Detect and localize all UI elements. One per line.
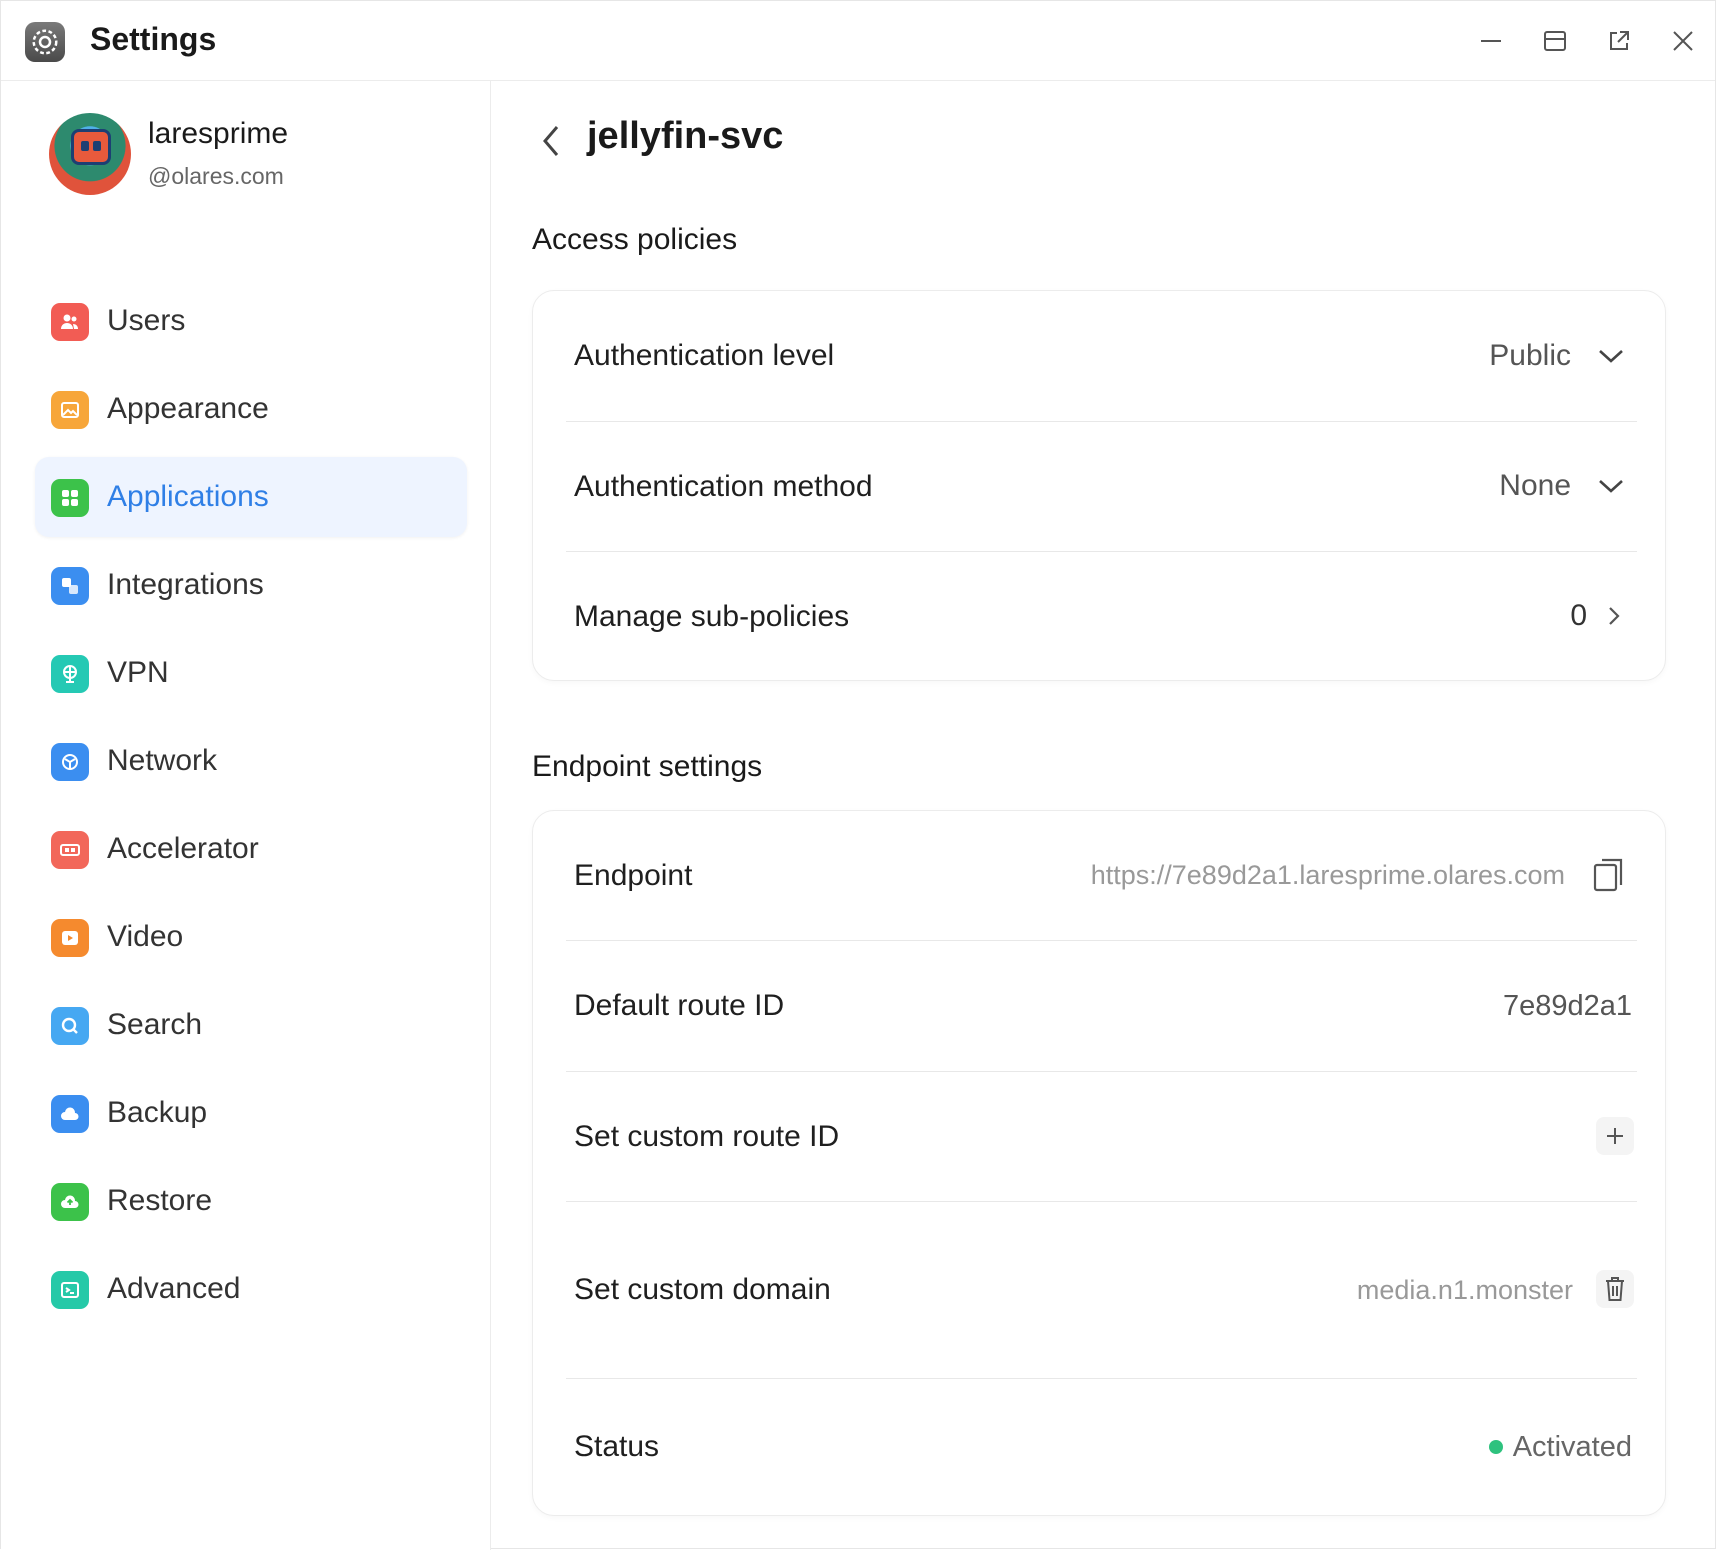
auth-level-label: Authentication level (574, 339, 835, 372)
plus-icon (1607, 1128, 1623, 1144)
sidebar-item-label: VPN (107, 656, 169, 689)
sidebar-item-advanced[interactable]: Advanced (35, 1249, 467, 1329)
auth-level-value: Public (1489, 339, 1571, 372)
endpoint-label: Endpoint (574, 858, 693, 892)
sub-policies-count: 0 (1570, 599, 1587, 632)
sidebar-item-vpn[interactable]: VPN (35, 633, 467, 713)
chevron-down-icon (1599, 350, 1623, 363)
close-button[interactable] (1665, 23, 1701, 59)
sidebar-item-video[interactable]: Video (35, 897, 467, 977)
auth-method-value: None (1499, 469, 1571, 502)
sidebar: laresprime @olares.com Users Appearance (1, 81, 491, 1550)
status-row: Status Activated (533, 1379, 1665, 1515)
sub-policies-link[interactable]: 0 (1570, 588, 1621, 644)
add-custom-route-button[interactable] (1596, 1117, 1634, 1155)
vpn-icon (51, 655, 89, 693)
auth-level-select[interactable]: Public (1489, 328, 1625, 384)
endpoint-value: https://7e89d2a1.laresprime.olares.com (1090, 860, 1565, 890)
sidebar-item-integrations[interactable]: Integrations (35, 545, 467, 625)
sidebar-item-label: Accelerator (107, 832, 259, 865)
appearance-icon (51, 391, 89, 429)
endpoint-settings-heading: Endpoint settings (532, 750, 763, 783)
access-policies-card: Authentication level Public Authenticati… (532, 290, 1666, 681)
custom-domain-row: Set custom domain media.n1.monster (533, 1202, 1665, 1378)
page-title: jellyfin-svc (587, 115, 784, 157)
external-link-icon (1610, 31, 1629, 50)
popout-button[interactable] (1601, 23, 1637, 59)
profile-domain: @olares.com (148, 163, 284, 189)
sidebar-item-label: Applications (107, 480, 269, 513)
profile-name: laresprime (148, 117, 289, 150)
auth-level-row: Authentication level Public (533, 291, 1665, 421)
sidebar-item-label: Users (107, 304, 186, 337)
sidebar-item-applications[interactable]: Applications (35, 457, 467, 537)
chevron-down-icon (1599, 480, 1623, 493)
sidebar-nav: Users Appearance Applications Integratio… (35, 281, 467, 1337)
status-value: Activated (1512, 1430, 1632, 1463)
custom-route-row: Set custom route ID (533, 1072, 1665, 1201)
chevron-right-icon (1609, 607, 1620, 625)
applications-icon (51, 479, 89, 517)
sub-policies-row[interactable]: Manage sub-policies 0 (533, 552, 1665, 681)
maximize-icon (1544, 31, 1566, 51)
integrations-icon (51, 567, 89, 605)
route-id-label: Default route ID (574, 989, 785, 1022)
endpoint-settings-card: Endpoint https://7e89d2a1.laresprime.ola… (532, 810, 1666, 1516)
title-bar: Settings (1, 1, 1715, 81)
main-content: jellyfin-svc Access policies Authenticat… (492, 81, 1716, 1550)
status-dot (1489, 1440, 1503, 1454)
video-icon (51, 919, 89, 957)
chevron-left-icon (543, 126, 559, 156)
back-button[interactable] (532, 117, 572, 165)
sidebar-item-search[interactable]: Search (35, 985, 467, 1065)
sidebar-item-restore[interactable]: Restore (35, 1161, 467, 1241)
route-id-value: 7e89d2a1 (1502, 989, 1632, 1022)
sidebar-item-label: Advanced (107, 1272, 241, 1305)
maximize-button[interactable] (1537, 23, 1573, 59)
avatar (49, 113, 131, 195)
sidebar-item-users[interactable]: Users (35, 281, 467, 361)
restore-icon (51, 1183, 89, 1221)
minimize-button[interactable] (1473, 23, 1509, 59)
custom-route-label: Set custom route ID (574, 1119, 840, 1153)
auth-method-select[interactable]: None (1499, 458, 1625, 514)
sidebar-item-label: Backup (107, 1096, 208, 1129)
sidebar-item-label: Video (107, 920, 184, 953)
search-icon (51, 1007, 89, 1045)
sidebar-item-label: Restore (107, 1184, 213, 1217)
custom-domain-value: media.n1.monster (1356, 1274, 1573, 1305)
custom-domain-label: Set custom domain (574, 1273, 831, 1306)
copy-icon (1593, 858, 1623, 892)
sidebar-item-label: Search (107, 1008, 203, 1041)
copy-endpoint-button[interactable] (1589, 855, 1629, 895)
trash-icon (1606, 1277, 1624, 1301)
sidebar-item-backup[interactable]: Backup (35, 1073, 467, 1153)
access-policies-heading: Access policies (532, 223, 738, 256)
sidebar-item-network[interactable]: Network (35, 721, 467, 801)
sidebar-item-label: Network (107, 744, 218, 777)
sub-policies-label: Manage sub-policies (574, 599, 850, 633)
sidebar-item-accelerator[interactable]: Accelerator (35, 809, 467, 889)
settings-window: Settings laresprime @olares.com Users Ap… (0, 0, 1716, 1550)
backup-icon (51, 1095, 89, 1133)
window-title: Settings (90, 21, 217, 57)
delete-custom-domain-button[interactable] (1596, 1270, 1634, 1308)
status-label: Status (574, 1430, 660, 1463)
network-icon (51, 743, 89, 781)
close-icon (1673, 31, 1693, 51)
sidebar-item-appearance[interactable]: Appearance (35, 369, 467, 449)
settings-gear-icon (25, 22, 65, 62)
users-icon (51, 303, 89, 341)
advanced-icon (51, 1271, 89, 1309)
default-route-row: Default route ID 7e89d2a1 (533, 941, 1665, 1071)
sidebar-item-label: Appearance (107, 392, 269, 425)
minimize-icon (1481, 40, 1501, 42)
endpoint-row: Endpoint https://7e89d2a1.laresprime.ola… (533, 811, 1665, 940)
auth-method-row: Authentication method None (533, 422, 1665, 551)
auth-method-label: Authentication method (574, 469, 873, 503)
sidebar-item-label: Integrations (107, 568, 264, 601)
accelerator-icon (51, 831, 89, 869)
